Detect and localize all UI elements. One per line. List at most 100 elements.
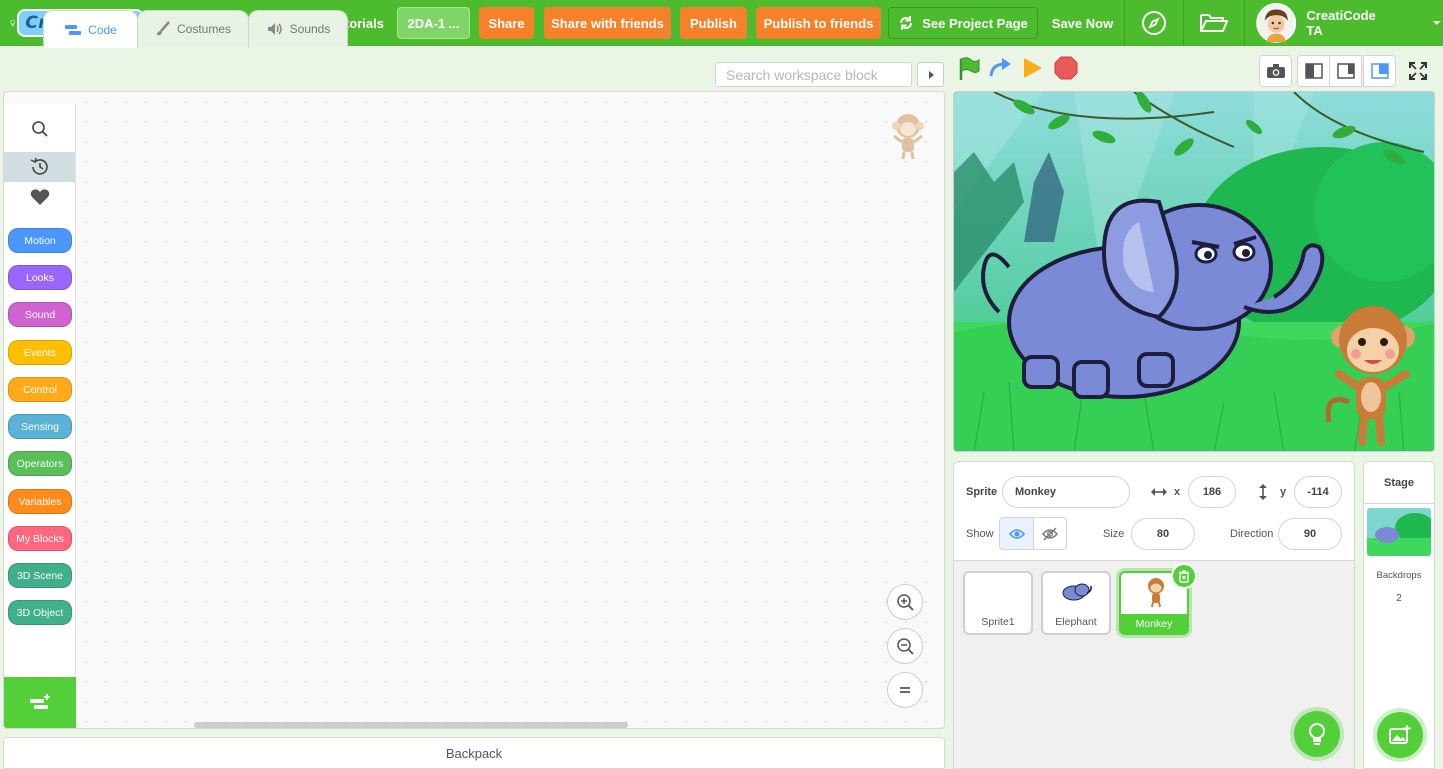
category-3d-object[interactable]: 3D Object [8, 600, 72, 625]
show-label: Show [966, 528, 994, 540]
tab-code[interactable]: Code [43, 10, 138, 48]
workspace-search-input[interactable]: Search workspace block [715, 62, 912, 87]
green-flag-button[interactable] [957, 56, 981, 87]
large-stage-button[interactable] [1363, 55, 1396, 87]
lightbulb-icon [1309, 723, 1325, 745]
sprite-info-panel: Sprite Monkey x 186 y -114 Show Size 80 … [953, 461, 1355, 561]
stage-canvas[interactable] [953, 91, 1435, 452]
see-project-page-button[interactable]: See Project Page [888, 7, 1038, 39]
small-stage-button[interactable] [1297, 55, 1330, 87]
category-3d-scene[interactable]: 3D Scene [8, 563, 72, 588]
save-now-button[interactable]: Save Now [1045, 0, 1120, 46]
sprite-tile-elephant[interactable]: Elephant [1041, 571, 1111, 635]
stop-icon [1054, 56, 1078, 80]
tab-code-label: Code [88, 22, 117, 37]
refresh-icon [900, 16, 913, 30]
size-input[interactable]: 80 [1131, 518, 1195, 550]
y-position-input[interactable]: -114 [1294, 476, 1342, 508]
screenshot-button[interactable] [1259, 55, 1292, 87]
sprite-thumbnail-watermark [892, 114, 924, 160]
fullscreen-button[interactable] [1401, 55, 1434, 87]
sprite-tile-label: Sprite1 [981, 616, 1015, 628]
vertical-arrows-icon [1259, 484, 1267, 500]
trash-icon [1179, 570, 1189, 583]
see-project-page-label: See Project Page [922, 15, 1028, 31]
green-flag-icon [959, 57, 980, 80]
sprite-tile-sprite1[interactable]: Sprite1 [963, 571, 1033, 635]
my-projects-button[interactable] [1186, 0, 1241, 46]
category-looks[interactable]: Looks [8, 265, 72, 290]
publish-button[interactable]: Publish [680, 7, 747, 39]
tab-costumes[interactable]: Costumes [137, 10, 249, 47]
eye-slash-icon [1042, 527, 1058, 540]
layout-small-stage-icon [1304, 63, 1323, 79]
jungle-backdrop [954, 92, 1434, 451]
username-label: CreatiCode TA [1306, 8, 1376, 38]
ai-assistant-button[interactable] [1294, 711, 1340, 757]
layout-large-stage-icon [1370, 63, 1389, 79]
category-variables[interactable]: Variables [8, 489, 72, 514]
recent-blocks-button[interactable] [4, 152, 75, 182]
category-control[interactable]: Control [8, 377, 72, 402]
x-label: x [1174, 486, 1181, 498]
project-title-field[interactable]: 2DA-1 ... [397, 7, 470, 39]
zoom-reset-button[interactable] [887, 672, 923, 708]
category-motion[interactable]: Motion [8, 228, 72, 253]
sprite-name-input[interactable]: Monkey [1002, 476, 1130, 508]
step-run-button[interactable] [1022, 56, 1044, 85]
size-label: Size [1103, 528, 1125, 540]
camera-icon [1266, 64, 1285, 78]
category-events[interactable]: Events [8, 340, 72, 365]
caret-down-icon [1433, 21, 1442, 25]
zoom-out-button[interactable] [887, 628, 923, 664]
horizontal-arrows-icon [1151, 488, 1167, 496]
sprite-label: Sprite [966, 486, 998, 498]
share-with-friends-button[interactable]: Share with friends [544, 7, 671, 39]
publish-to-friends-button[interactable]: Publish to friends [756, 7, 881, 39]
tab-sounds-label: Sounds [289, 22, 331, 36]
zoom-in-button[interactable] [887, 584, 923, 620]
delete-sprite-button[interactable] [1171, 563, 1197, 589]
explore-button[interactable] [1128, 0, 1180, 46]
add-extension-icon [30, 693, 50, 709]
show-sprite-button[interactable] [999, 517, 1034, 550]
category-sensing[interactable]: Sensing [8, 414, 72, 439]
add-backdrop-button[interactable] [1377, 712, 1423, 758]
backpack-header[interactable]: Backpack [3, 737, 945, 769]
redo-arrow-icon [989, 58, 1011, 77]
stage-target-panel[interactable]: Stage Backdrops 2 [1363, 461, 1435, 769]
block-search-button[interactable] [4, 114, 75, 144]
add-extension-button[interactable] [4, 677, 76, 728]
hide-sprite-button[interactable] [1033, 517, 1067, 550]
direction-input[interactable]: 90 [1278, 518, 1342, 550]
turbo-mode-button[interactable] [989, 56, 1013, 85]
sprite-tile-label: Elephant [1055, 616, 1097, 628]
sprite-tile-monkey[interactable]: Monkey [1119, 563, 1197, 635]
eye-icon [1008, 528, 1025, 539]
play-icon [1024, 58, 1042, 78]
avatar [1256, 3, 1297, 43]
tab-sounds[interactable]: Sounds [248, 10, 348, 47]
divider [1244, 0, 1245, 46]
category-my-blocks[interactable]: My Blocks [8, 526, 72, 551]
backdrop-thumbnail [1367, 508, 1431, 556]
paintbrush-icon [156, 21, 170, 36]
stop-button[interactable] [1054, 56, 1078, 85]
workspace-search-button[interactable] [917, 62, 944, 87]
share-button[interactable]: Share [479, 7, 534, 39]
category-operators[interactable]: Operators [8, 451, 72, 476]
favorite-blocks-button[interactable] [4, 182, 75, 212]
history-icon [30, 157, 48, 175]
horizontal-scrollbar[interactable] [194, 722, 628, 728]
category-sound[interactable]: Sound [8, 302, 72, 327]
speaker-icon [267, 23, 282, 35]
normal-stage-button[interactable] [1329, 55, 1362, 87]
fullscreen-icon [1408, 62, 1427, 80]
zoom-out-icon [897, 638, 914, 655]
account-menu[interactable]: CreatiCode TA [1256, 0, 1442, 46]
x-position-input[interactable]: 186 [1188, 476, 1236, 508]
code-workspace[interactable] [76, 92, 944, 728]
divider [1124, 0, 1125, 46]
stage-panel-title: Stage [1364, 462, 1434, 504]
elephant-thumbnail [1062, 583, 1092, 601]
